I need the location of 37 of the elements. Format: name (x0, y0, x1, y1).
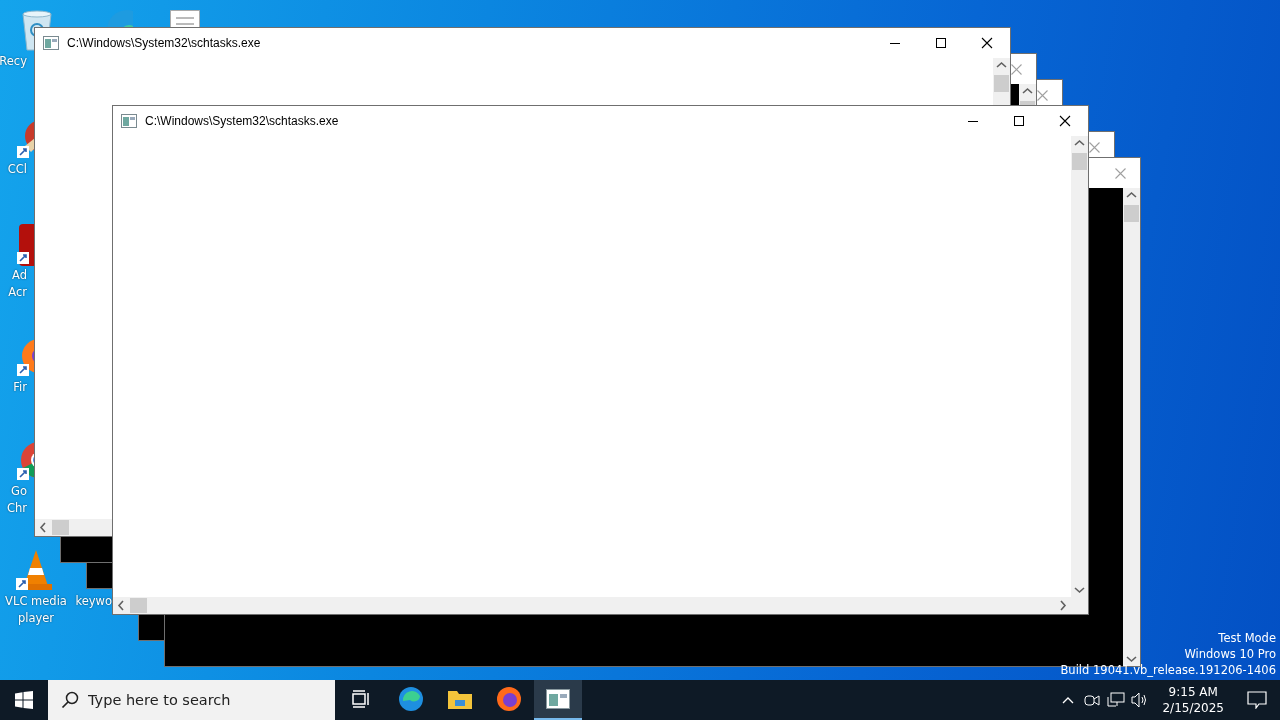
maximize-icon (935, 37, 947, 49)
scrollbar-thumb[interactable] (994, 75, 1009, 92)
window-title: C:\Windows\System32\schtasks.exe (145, 114, 340, 128)
scrollbar-thumb[interactable] (52, 520, 69, 535)
maximize-icon (1013, 115, 1025, 127)
search-field[interactable]: Type here to search (48, 680, 335, 720)
scrollbar-thumb[interactable] (1072, 153, 1087, 170)
icon-label[interactable]: Fir (13, 380, 27, 395)
clock-date[interactable]: 2/15/2025 (1162, 700, 1224, 716)
search-icon (61, 691, 79, 709)
task-view-icon (351, 690, 371, 708)
close-icon[interactable] (1088, 141, 1100, 153)
icon-label[interactable]: Go (11, 484, 27, 499)
taskbar-app-button[interactable] (534, 680, 582, 720)
watermark-text: Windows 10 Pro (1184, 646, 1276, 662)
console-app-icon (121, 114, 137, 128)
console-app-icon (546, 689, 570, 709)
close-icon[interactable] (1114, 167, 1126, 179)
console-app-icon (43, 36, 59, 50)
icon-label[interactable]: player (17, 611, 55, 626)
clock-time[interactable]: 9:15 AM (1168, 684, 1218, 700)
scrollbar-thumb[interactable] (1124, 205, 1139, 222)
scrollbar-thumb[interactable] (130, 598, 147, 613)
icon-label[interactable]: VLC media (5, 594, 67, 609)
close-icon[interactable] (1036, 89, 1048, 101)
folder-icon (447, 688, 473, 710)
watermark-text: Test Mode (1218, 630, 1276, 646)
icon-label[interactable]: Recy (0, 54, 27, 69)
icon-label[interactable]: Chr (6, 501, 27, 516)
icon-label[interactable]: Ad (12, 268, 27, 283)
icon-label[interactable]: Acr (8, 285, 27, 300)
icon-label[interactable]: CCl (7, 162, 27, 177)
windows-logo-icon (15, 691, 33, 709)
window-title: C:\Windows\System32\schtasks.exe (67, 36, 262, 50)
watermark-text: Build 19041.vb_release.191206-1406 (1060, 662, 1276, 678)
close-icon[interactable] (1010, 63, 1022, 75)
icon-label[interactable]: keywo (75, 594, 112, 609)
